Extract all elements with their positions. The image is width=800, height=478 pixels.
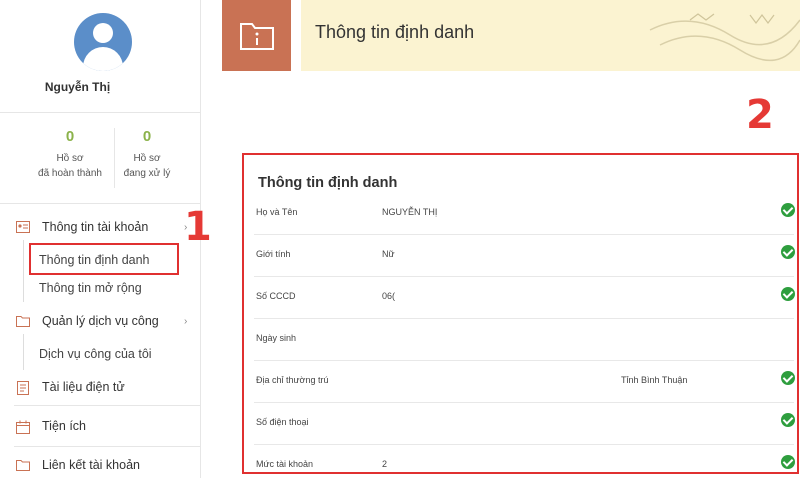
page-title: Thông tin định danh (315, 22, 475, 42)
nav-identity-info[interactable]: Thông tin định danh (39, 253, 150, 267)
panel-title: Thông tin định danh (258, 175, 398, 191)
link-icon (16, 459, 30, 471)
table-row: Họ và Tên NGUYỄN THỊ (254, 193, 795, 235)
stat-processing[interactable]: 0 Hồ sơ đang xử lý (107, 128, 187, 181)
check-circle-icon (781, 455, 795, 469)
field-label: Giới tính (256, 249, 291, 259)
field-label: Mức tài khoản (256, 459, 314, 469)
stat-completed-label-2: đã hoàn thành (38, 168, 102, 179)
sidebar: Nguyễn Thị 0 Hồ sơ đã hoàn thành 0 Hồ sơ… (0, 0, 201, 478)
header-decoration (649, 13, 800, 62)
table-row: Địa chỉ thường trú Tỉnh Bình Thuận (254, 361, 795, 403)
identity-panel: Thông tin định danh Họ và Tên NGUYỄN THỊ G… (242, 153, 799, 474)
field-label: Họ và Tên (256, 207, 298, 217)
table-row: Ngày sinh (254, 319, 794, 361)
nav-public-services[interactable]: Quản lý dịch vụ công (16, 314, 159, 328)
table-row: Số điện thoại (254, 403, 795, 445)
check-circle-icon (781, 287, 795, 301)
tree-line (23, 334, 24, 370)
header-bar: Thông tin định danh (301, 0, 800, 71)
nav-extended-info[interactable]: Thông tin mở rộng (39, 281, 142, 295)
nav-utilities[interactable]: Tiện ích (16, 419, 87, 434)
check-circle-icon (781, 203, 795, 217)
field-value: NGUYỄN THỊ (382, 207, 438, 217)
field-value: 2 (382, 459, 388, 469)
folder-icon (16, 315, 30, 327)
table-row: Mức tài khoản 2 (254, 445, 795, 478)
divider (0, 112, 200, 113)
divider (0, 203, 200, 204)
document-icon (16, 381, 30, 395)
field-label: Số CCCD (256, 291, 296, 301)
divider (14, 446, 200, 447)
page-header: Thông tin định danh (222, 0, 800, 71)
nav-e-documents-label: Tài liệu điện tử (42, 380, 125, 394)
stat-processing-label-2: đang xử lý (123, 168, 171, 179)
avatar[interactable] (74, 13, 132, 71)
field-label: Số điện thoại (256, 417, 309, 427)
annotation-marker-2: 2 (746, 92, 774, 138)
nav-my-services[interactable]: Dịch vụ công của tôi (39, 347, 152, 361)
nav-account-info-label: Thông tin tài khoản (42, 220, 149, 234)
chevron-right-icon: › (184, 316, 188, 327)
divider (14, 405, 200, 406)
id-card-icon (16, 221, 30, 233)
check-circle-icon (781, 245, 795, 259)
nav-public-services-label: Quản lý dịch vụ công (42, 314, 159, 328)
field-label: Địa chỉ thường trú (256, 375, 329, 385)
field-label: Ngày sinh (256, 333, 297, 343)
check-circle-icon (781, 413, 795, 427)
stat-completed[interactable]: 0 Hồ sơ đã hoàn thành (30, 128, 110, 181)
stat-processing-count: 0 (142, 128, 152, 145)
folder-info-icon (239, 22, 274, 50)
tree-line (23, 240, 24, 302)
nav-link-account-label: Liên kết tài khoản (42, 458, 140, 472)
field-value: Nữ (382, 249, 395, 259)
annotation-marker-1: 1 (184, 204, 212, 250)
user-avatar-icon (93, 23, 113, 43)
table-row: Số CCCD 06( (254, 277, 795, 319)
nav-link-account[interactable]: Liên kết tài khoản (16, 458, 140, 472)
nav-account-info[interactable]: Thông tin tài khoản (16, 220, 148, 234)
check-circle-icon (781, 371, 795, 385)
user-name: Nguyễn Thị (44, 80, 111, 94)
calendar-icon (16, 420, 30, 434)
nav-utilities-label: Tiện ích (42, 419, 87, 433)
nav-e-documents[interactable]: Tài liệu điện tử (16, 380, 125, 395)
field-value: 06( (382, 291, 396, 301)
stat-processing-label-1: Hồ sơ (133, 153, 161, 164)
stat-completed-label-1: Hồ sơ (56, 153, 84, 164)
stat-completed-count: 0 (65, 128, 75, 145)
table-row: Giới tính Nữ (254, 235, 795, 277)
header-icon-box (222, 0, 291, 71)
field-value-secondary: Tỉnh Bình Thuận (621, 375, 688, 385)
